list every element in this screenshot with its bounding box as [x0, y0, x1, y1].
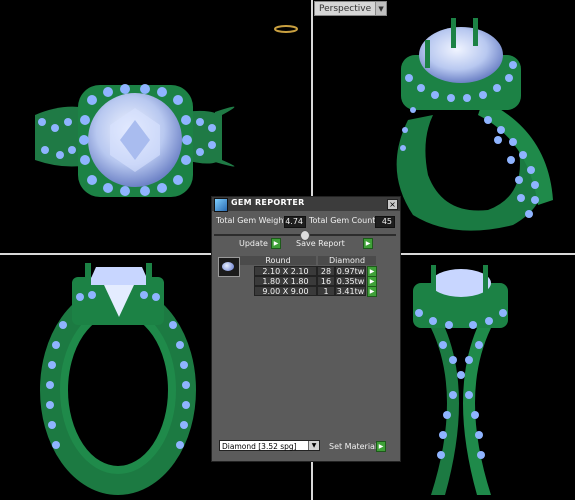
row-size: 9.00 X 9.00	[254, 286, 317, 296]
gem-stone-icon	[222, 262, 234, 271]
view-mode-label: Perspective	[319, 3, 372, 14]
row-select-button[interactable]: ▶	[367, 286, 377, 297]
update-button[interactable]: ▶	[271, 238, 281, 249]
total-count-label: Total Gem Count	[309, 216, 376, 225]
row-weight: 0.35tw	[335, 276, 366, 286]
row-count: 28	[317, 266, 335, 276]
report-empty-area	[217, 298, 395, 432]
column-header-diamond: Diamond	[318, 256, 376, 265]
row-weight: 0.97tw	[335, 266, 366, 276]
close-icon[interactable]: ×	[387, 199, 398, 210]
gem-thumbnail[interactable]	[218, 257, 240, 277]
row-count: 16	[317, 276, 335, 286]
chevron-down-icon[interactable]: ▼	[308, 441, 319, 450]
total-weight-label: Total Gem Weight	[216, 216, 287, 225]
set-material-button[interactable]: ▶	[376, 441, 386, 452]
total-weight-value: 4.74	[284, 216, 306, 228]
gem-reporter-logo-icon	[214, 198, 228, 212]
total-count-value: 45	[375, 216, 395, 228]
row-count: 1	[317, 286, 335, 296]
row-size: 2.10 X 2.10	[254, 266, 317, 276]
save-report-button[interactable]: ▶	[363, 238, 373, 249]
column-header-round: Round	[240, 256, 316, 265]
panel-titlebar[interactable]: GEM REPORTER ×	[212, 197, 400, 212]
material-select-value: Diamond [3.52 spg]	[222, 442, 297, 451]
save-report-label: Save Report	[296, 239, 345, 248]
update-label: Update	[239, 239, 268, 248]
chevron-down-icon[interactable]: ▼	[375, 2, 387, 15]
material-select[interactable]: Diamond [3.52 spg] ▼	[219, 440, 320, 451]
view-mode-dropdown[interactable]: Perspective ▼	[314, 1, 388, 16]
set-material-label: Set Material	[329, 442, 378, 451]
row-weight: 3.41tw	[335, 286, 366, 296]
row-size: 1.80 X 1.80	[254, 276, 317, 286]
panel-title: GEM REPORTER	[231, 198, 305, 207]
